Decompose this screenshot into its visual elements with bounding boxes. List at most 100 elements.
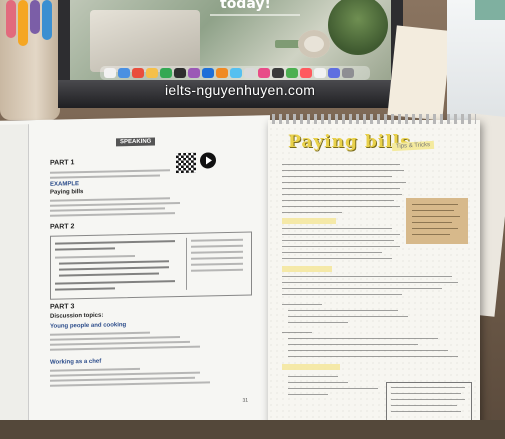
- note-line: [288, 310, 398, 311]
- pen: [30, 0, 40, 34]
- note-line: [412, 222, 452, 223]
- note-line: [288, 382, 348, 383]
- part2-heading: PART 2: [50, 223, 75, 231]
- note-line: [282, 332, 312, 333]
- note-line: [412, 228, 458, 229]
- text-line: [50, 381, 210, 387]
- pen: [6, 0, 16, 38]
- coffee-cup: [298, 30, 330, 58]
- pen: [18, 0, 28, 46]
- note-line: [288, 322, 348, 323]
- app-icon: [104, 68, 116, 78]
- text-line: [50, 345, 200, 351]
- app-icon: [132, 68, 144, 78]
- part3-heading: PART 3: [50, 303, 75, 311]
- note-line: [282, 246, 400, 247]
- note-line: [288, 394, 328, 395]
- watermark: ielts-nguyenhuyen.com: [165, 82, 316, 98]
- text-line: [55, 254, 135, 259]
- text-line: [50, 340, 190, 346]
- app-icon: [272, 68, 284, 78]
- text-line: [55, 240, 175, 245]
- app-icon: [342, 68, 354, 78]
- example-label: EXAMPLE: [50, 181, 80, 188]
- app-icon: [188, 68, 200, 78]
- note-line: [282, 288, 442, 289]
- note-line: [282, 170, 404, 171]
- text-line: [55, 287, 115, 291]
- highlight: [282, 364, 340, 370]
- note-line: [391, 399, 465, 400]
- note-line: [412, 204, 458, 205]
- app-icon: [216, 68, 228, 78]
- photo-scene: today! ielts-nguyenhuyen.com SPEAKING PA…: [0, 0, 505, 439]
- text-line: [191, 250, 243, 254]
- screen-photo: [90, 10, 200, 72]
- text-line: [50, 376, 195, 382]
- note-line: [282, 164, 400, 165]
- play-icon: [200, 152, 216, 169]
- note-line: [282, 188, 400, 189]
- text-line: [50, 174, 160, 179]
- qr-code-icon: [176, 152, 196, 174]
- text-line: [50, 202, 180, 207]
- app-icon: [202, 68, 214, 78]
- note-line: [288, 376, 338, 377]
- text-line: [59, 260, 169, 265]
- note-line: [282, 294, 402, 295]
- app-icon: [258, 68, 270, 78]
- note-line: [282, 228, 392, 229]
- app-icon: [146, 68, 158, 78]
- note-line: [288, 338, 438, 339]
- text-line: [191, 238, 243, 242]
- text-line: [50, 212, 175, 217]
- app-icon: [160, 68, 172, 78]
- note-line: [282, 182, 406, 183]
- text-line: [50, 331, 150, 336]
- note-line: [282, 200, 394, 201]
- topic-paying-bills: Paying bills: [50, 189, 84, 196]
- note-line: [282, 258, 392, 259]
- note-line: [412, 210, 454, 211]
- screen-headline: today!: [220, 0, 271, 12]
- text-line: [59, 266, 169, 271]
- qr-audio: [176, 152, 216, 175]
- text-line: [50, 367, 140, 372]
- text-line: [50, 371, 200, 377]
- screen-subline: [210, 14, 300, 16]
- note-line: [288, 316, 408, 317]
- note-line: [282, 176, 392, 177]
- laptop-screen: today!: [70, 0, 391, 80]
- text-line: [55, 280, 175, 285]
- discussion-topics: Discussion topics:: [50, 312, 104, 320]
- note-line: [282, 206, 400, 207]
- speaking-header: SPEAKING: [116, 137, 156, 147]
- textbook: SPEAKING PART 1 EXAMPLE Paying bills PAR…: [0, 115, 270, 427]
- note-line: [288, 356, 458, 357]
- cue-card: [50, 231, 252, 300]
- note-line: [282, 194, 402, 195]
- note-line: [282, 304, 322, 305]
- text-line: [50, 207, 165, 212]
- note-line: [282, 252, 382, 253]
- note-line: [282, 276, 452, 277]
- app-icon: [230, 68, 242, 78]
- text-line: [55, 247, 115, 251]
- note-line: [282, 282, 458, 283]
- app-icon: [314, 68, 326, 78]
- note-line: [288, 350, 448, 351]
- text-line: [50, 336, 180, 341]
- note-line: [282, 212, 342, 213]
- page-number: 31: [242, 397, 248, 404]
- note-line: [288, 344, 418, 345]
- note-line: [391, 405, 457, 406]
- pen: [42, 0, 52, 40]
- table-edge: [0, 420, 505, 439]
- spiral-notebook: Paying bills Tips & Tricks: [268, 114, 480, 434]
- text-line: [191, 244, 243, 248]
- app-icon: [300, 68, 312, 78]
- note-line: [391, 387, 465, 388]
- text-line: [191, 256, 243, 260]
- app-icon: [328, 68, 340, 78]
- dock: [100, 66, 370, 80]
